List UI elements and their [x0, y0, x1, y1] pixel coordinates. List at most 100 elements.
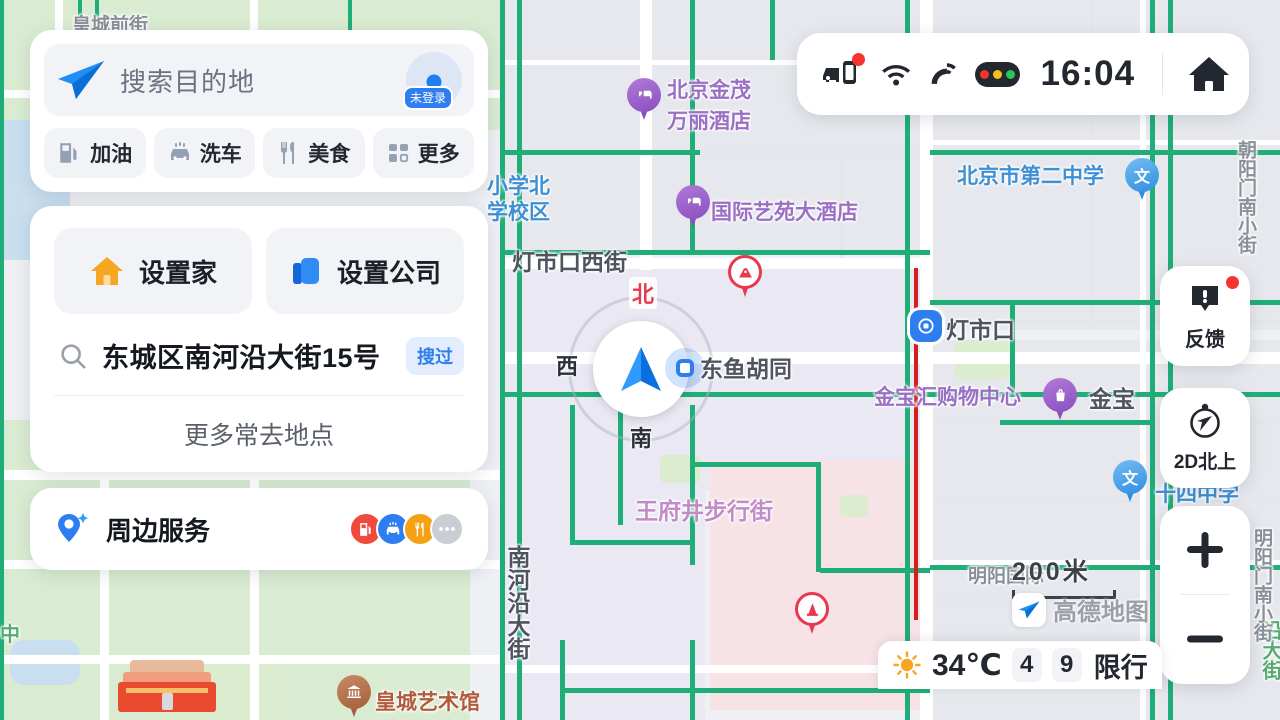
zoom-controls — [1160, 506, 1250, 684]
quick-action-more-label: 更多 — [417, 143, 460, 166]
quick-action-more[interactable]: 更多 — [372, 128, 474, 178]
set-work-label: 设置公司 — [336, 257, 441, 288]
sun-icon — [893, 651, 921, 679]
poi-pin-mall[interactable] — [1043, 378, 1077, 422]
compass-west-label: 西 — [556, 354, 579, 379]
weather-restriction-bar[interactable]: 34℃ 4 9 限行 — [878, 641, 1162, 689]
search-bar[interactable]: 搜索目的地 未登录 — [44, 44, 474, 116]
amap-car-navigation-screen: 文 文 北 南 西 皇城前街 小学北 学校区 北京金茂 万丽酒店 国际艺苑大酒店… — [0, 0, 1280, 720]
nearby-services-card[interactable]: 周边服务 — [30, 488, 488, 570]
car-phone-alert-dot — [852, 52, 865, 66]
poi-pin-school[interactable]: 文 — [1125, 158, 1159, 202]
poi-icon-hotel — [627, 78, 661, 112]
shopping-bag-icon — [1055, 388, 1065, 401]
quick-action-carwash[interactable]: 洗车 — [153, 128, 255, 178]
map-label: 朝阳门南小街 — [1235, 140, 1256, 254]
nearby-service-icon-stack — [349, 512, 464, 546]
map-road-traffic — [500, 392, 930, 397]
car-phone-status[interactable] — [821, 52, 865, 93]
zoom-in-button[interactable] — [1160, 506, 1250, 594]
left-panel-column: 搜索目的地 未登录 加油 洗车 美食 更多 设置家 设置公司 东城区南河沿大街1… — [30, 30, 488, 570]
home-button[interactable] — [1180, 54, 1239, 94]
account-avatar[interactable]: 未登录 — [403, 52, 462, 110]
amap-logo: 高德地图 — [1012, 592, 1149, 627]
nearby-services-icon — [58, 513, 88, 542]
map-road-traffic — [570, 540, 695, 545]
restaurant-icon — [415, 522, 424, 536]
traffic-light-icon[interactable] — [974, 61, 1020, 87]
landmark-tiananmen-illustration — [118, 660, 216, 718]
museum-icon — [347, 685, 361, 698]
history-item-text: 东城区南河沿大街15号 — [102, 343, 381, 373]
map-label: 北京市第二中学 — [957, 165, 1104, 188]
map-road-traffic — [0, 0, 4, 720]
culture-icon: 文 — [1133, 169, 1150, 186]
poi-pin-cone[interactable] — [795, 592, 829, 636]
poi-pin-school[interactable]: 文 — [1113, 460, 1147, 504]
favorites-card: 设置家 设置公司 东城区南河沿大街15号 搜过 更多常去地点 — [30, 206, 488, 472]
nearby-services-title: 周边服务 — [106, 515, 211, 546]
map-area-park — [840, 495, 868, 517]
scale-bar-label: 200米 — [1012, 558, 1091, 586]
car-wash-icon — [386, 521, 400, 534]
amap-paperplane-icon — [1018, 601, 1039, 619]
history-item[interactable]: 东城区南河沿大街15号 搜过 — [54, 314, 464, 396]
map-label: 王府井步行街 — [635, 498, 773, 524]
quick-action-fuel-label: 加油 — [90, 143, 133, 166]
map-label: 北京金茂 — [667, 79, 751, 102]
quick-action-fuel[interactable]: 加油 — [44, 128, 146, 178]
restaurant-icon — [281, 142, 295, 164]
set-work-button[interactable]: 设置公司 — [266, 228, 464, 314]
poi-icon-museum — [337, 675, 371, 709]
feedback-button[interactable]: 反馈 — [1160, 266, 1250, 366]
subway-icon — [918, 318, 934, 334]
map-label: 灯市口西街 — [512, 249, 627, 275]
car-wash-icon — [170, 142, 189, 160]
map-road-traffic — [690, 640, 695, 720]
status-bar: 16:04 — [797, 33, 1249, 115]
home-icon — [1189, 57, 1230, 91]
map-label: 金宝汇购物中心 — [874, 386, 1021, 409]
wifi-icon[interactable] — [880, 60, 912, 88]
poi-pin-museum[interactable] — [337, 675, 371, 719]
home-icon — [90, 257, 123, 285]
vehicle-heading-dot-core — [676, 359, 694, 377]
map-road — [930, 140, 1280, 145]
poi-icon-culture: 文 — [1125, 158, 1159, 192]
map-mode-button[interactable]: 2D北上 — [1160, 388, 1250, 488]
more-places-button[interactable]: 更多常去地点 — [54, 396, 464, 472]
hotel-bed-icon — [685, 197, 701, 206]
poi-icon-culture: 文 — [1113, 460, 1147, 494]
fuel-pump-icon — [359, 522, 371, 536]
poi-pin-metro[interactable] — [910, 310, 942, 342]
map-label: 国际艺苑大酒店 — [711, 201, 858, 224]
zoom-out-button[interactable] — [1160, 595, 1250, 683]
search-placeholder: 搜索目的地 — [120, 66, 256, 97]
amap-logo-mark — [1012, 592, 1046, 627]
map-road-traffic — [560, 640, 565, 720]
map-label: 皇城艺术馆 — [375, 691, 480, 714]
compass-north-label: 北 — [629, 277, 658, 309]
map-road-traffic — [500, 150, 700, 155]
set-home-button[interactable]: 设置家 — [54, 228, 252, 314]
poi-pin-hotel[interactable] — [676, 185, 710, 229]
login-status-badge: 未登录 — [403, 86, 454, 110]
compass-arrow-icon — [1190, 403, 1220, 438]
poi-icon-cone — [795, 592, 829, 626]
amap-logo-name: 高德地图 — [1053, 599, 1149, 626]
map-label: 学校区 — [487, 201, 550, 224]
poi-pin-hotel[interactable] — [627, 78, 661, 122]
amap-paperplane-icon — [58, 61, 104, 99]
grid-more-icon — [388, 144, 408, 163]
more-dots-icon — [439, 527, 455, 531]
favorite-buttons-row: 设置家 设置公司 — [54, 228, 464, 314]
map-label: 金宝 — [1089, 386, 1135, 412]
poi-icon-hotel — [676, 185, 710, 219]
satellite-icon[interactable] — [929, 59, 958, 89]
map-road-traffic — [930, 150, 1280, 155]
quick-action-food[interactable]: 美食 — [263, 128, 365, 178]
culture-icon: 文 — [1121, 471, 1138, 488]
poi-pin-roadwork[interactable] — [728, 255, 762, 299]
traffic-red-dot — [979, 69, 989, 79]
status-bar-divider — [1162, 53, 1163, 95]
